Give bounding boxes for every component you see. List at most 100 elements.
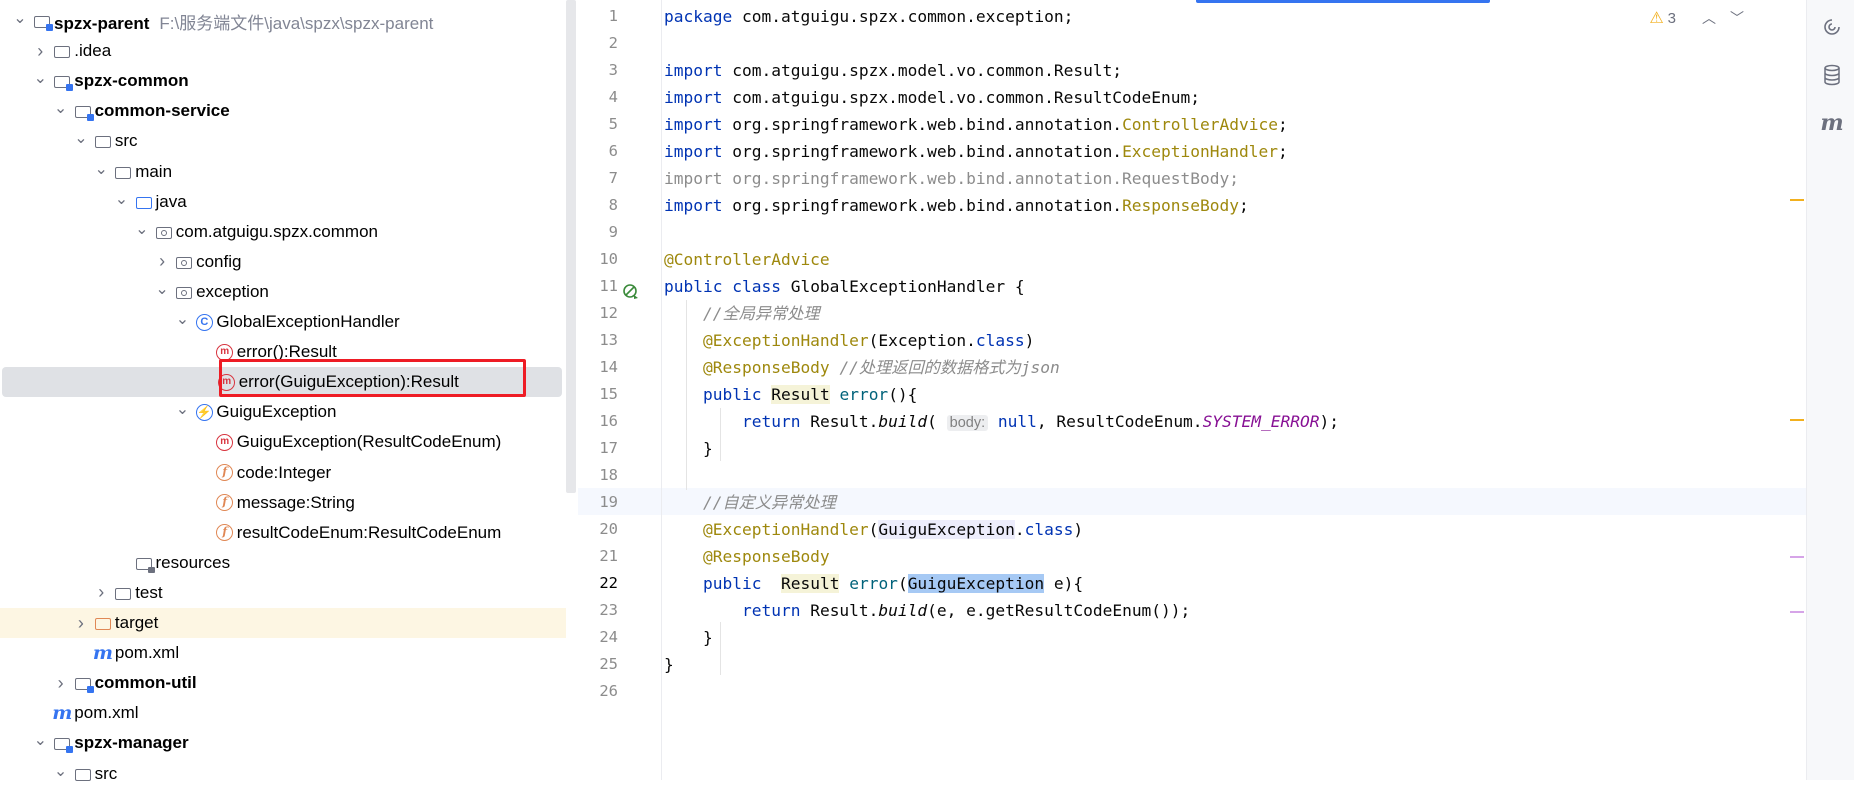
tree-item[interactable]: › common-util <box>0 668 566 698</box>
code-line-21[interactable]: @ResponseBody <box>664 543 830 570</box>
tree-item[interactable]: ⌄ ⚡ GuiguException <box>0 397 566 427</box>
next-highlight-arrow-icon[interactable]: ﹀ <box>1730 8 1744 28</box>
chevron-down-icon[interactable]: ⌄ <box>12 10 28 27</box>
tree-item[interactable]: f message:String <box>0 488 566 518</box>
line-number: 14 <box>599 358 618 376</box>
code-line-16[interactable]: return Result.build( body: null, ResultC… <box>664 408 1339 435</box>
tree-item[interactable]: › target <box>0 608 566 638</box>
implemented-gutter-icon[interactable] <box>622 283 640 301</box>
line-number: 4 <box>608 88 618 106</box>
tree-item[interactable]: ⌄ exception <box>0 277 566 307</box>
line-number: 17 <box>599 439 618 457</box>
annotation-red-box <box>219 359 526 397</box>
keyword: package <box>664 7 733 26</box>
tree-scrollbar[interactable] <box>566 0 578 780</box>
code-line-20[interactable]: @ExceptionHandler(GuiguException(.class) <box>664 516 1083 543</box>
warning-icon: ⚠ <box>1649 10 1664 27</box>
code-line-19[interactable]: //自定义异常处理 <box>664 489 836 516</box>
chevron-right-icon[interactable]: › <box>53 673 69 693</box>
tree-item-text: .idea <box>74 41 112 61</box>
chevron-down-icon[interactable]: ⌄ <box>32 70 48 87</box>
tree-item[interactable]: m pom.xml <box>0 698 566 728</box>
code-line-24[interactable]: } <box>664 624 713 651</box>
keyword: class <box>975 331 1025 350</box>
keyword: public <box>702 385 762 404</box>
code-line-4[interactable]: import com.atguigu.spzx.model.vo.common.… <box>664 84 1200 111</box>
chevron-down-icon[interactable]: ⌄ <box>114 191 130 208</box>
tree-item[interactable]: ⌄ spzx-common <box>0 66 566 96</box>
folder-icon <box>113 162 133 182</box>
tree-item[interactable]: › .idea <box>0 36 566 66</box>
code-line-12[interactable]: //全局异常处理 <box>664 300 820 327</box>
code-line-17[interactable]: } <box>664 435 713 462</box>
line-number: 22 <box>599 574 618 592</box>
code-text: } <box>664 655 674 674</box>
code-line-1[interactable]: package com.atguigu.spzx.common.exceptio… <box>664 3 1073 30</box>
chevron-down-icon[interactable]: ⌄ <box>53 763 69 780</box>
tree-item-label: resources <box>156 553 231 573</box>
annotation: @ControllerAdvice <box>664 250 830 269</box>
code-line-7-unused-import[interactable]: import org.springframework.web.bind.anno… <box>664 165 1239 192</box>
tree-item[interactable]: f code:Integer <box>0 458 566 488</box>
warning-marker[interactable] <box>1790 419 1804 421</box>
maven-icon[interactable]: m <box>1820 110 1843 136</box>
tree-item[interactable]: m GuiguException(ResultCodeEnum) <box>0 427 566 457</box>
chevron-down-icon[interactable]: ⌄ <box>174 311 190 328</box>
tree-item[interactable]: m pom.xml <box>0 638 566 668</box>
tree-scrollbar-thumb[interactable] <box>566 0 576 493</box>
inspection-widget[interactable]: ⚠ 3 <box>1649 8 1676 28</box>
code-line-13[interactable]: @ExceptionHandler(Exception.class) <box>664 327 1034 354</box>
code-editor[interactable]: 1 2 3 4 5 6 7 8 9 10 11 12 13 14 15 16 17 18 19 20 21 22 23 24 2… <box>578 0 1806 780</box>
tree-item[interactable]: › test <box>0 578 566 608</box>
chevron-down-icon[interactable]: ⌄ <box>53 100 69 117</box>
chevron-down-icon[interactable]: ⌄ <box>174 401 190 418</box>
tree-item[interactable]: resources <box>0 548 566 578</box>
tree-item[interactable]: ⌄ C GlobalExceptionHandler <box>0 307 566 337</box>
previous-highlight-arrow-icon[interactable]: ︿ <box>1702 8 1716 28</box>
code-line-3[interactable]: import com.atguigu.spzx.model.vo.common.… <box>664 57 1122 84</box>
tree-item[interactable]: ⌄ main <box>0 157 566 187</box>
tree-item[interactable]: f resultCodeEnum:ResultCodeEnum <box>0 518 566 548</box>
tree-item[interactable]: › config <box>0 247 566 277</box>
tree-item[interactable]: ⌄ com.atguigu.spzx.common <box>0 217 566 247</box>
ai-assistant-icon[interactable] <box>1821 16 1843 38</box>
code-line-15[interactable]: public Result error(){ <box>664 381 917 408</box>
tree-item[interactable]: ⌄ src <box>0 126 566 156</box>
keyword: public class <box>664 277 781 296</box>
line-number: 3 <box>608 61 618 79</box>
code-text: e){ <box>1044 574 1084 593</box>
line-number: 26 <box>599 682 618 700</box>
code-line-8[interactable]: import org.springframework.web.bind.anno… <box>664 192 1249 219</box>
tree-item[interactable]: ⌄ src <box>0 759 566 789</box>
line-number: 20 <box>599 520 618 538</box>
code-line-5[interactable]: import org.springframework.web.bind.anno… <box>664 111 1288 138</box>
folder-icon <box>113 583 133 603</box>
chevron-right-icon[interactable]: › <box>154 251 170 271</box>
chevron-right-icon[interactable]: › <box>93 582 109 602</box>
tree-item[interactable]: ⌄ common-service <box>0 96 566 126</box>
chevron-right-icon[interactable]: › <box>32 41 48 61</box>
database-icon[interactable] <box>1821 64 1843 86</box>
warning-marker[interactable] <box>1790 199 1804 201</box>
code-text: ); <box>1319 412 1340 431</box>
chevron-right-icon[interactable]: › <box>73 613 89 633</box>
code-line-10[interactable]: @ControllerAdvice <box>664 246 830 273</box>
keyword: import <box>664 115 723 134</box>
code-line-14[interactable]: @ResponseBody //处理返回的数据格式为json <box>664 354 1060 381</box>
code-line-23[interactable]: return Result.build(e, e.getResultCodeEn… <box>664 597 1190 624</box>
code-line-6[interactable]: import org.springframework.web.bind.anno… <box>664 138 1288 165</box>
chevron-down-icon[interactable]: ⌄ <box>154 281 170 298</box>
project-path: F:\服务端文件\java\spzx\spzx-parent <box>159 13 434 33</box>
chevron-down-icon[interactable]: ⌄ <box>134 221 150 238</box>
chevron-down-icon[interactable]: ⌄ <box>32 732 48 749</box>
chevron-down-icon[interactable]: ⌄ <box>73 130 89 147</box>
tree-item[interactable]: ⌄ spzx-parent F:\服务端文件\java\spzx\spzx-pare… <box>0 6 566 36</box>
tree-item[interactable]: ⌄ spzx-manager <box>0 728 566 758</box>
code-line-25[interactable]: } <box>664 651 674 678</box>
code-line-11[interactable]: public class GlobalExceptionHandler { <box>664 273 1025 300</box>
tree-item[interactable]: ⌄ java <box>0 187 566 217</box>
code-line-22[interactable]: public Result error(GuiguException e){ <box>664 570 1083 597</box>
usage-marker[interactable] <box>1790 556 1804 558</box>
chevron-down-icon[interactable]: ⌄ <box>93 161 109 178</box>
usage-marker[interactable] <box>1790 611 1804 613</box>
